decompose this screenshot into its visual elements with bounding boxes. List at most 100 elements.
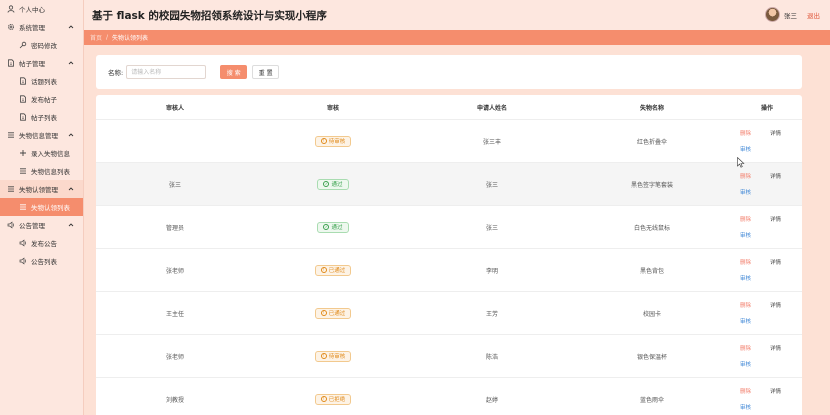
detail-button[interactable]: 详情 [770, 387, 781, 395]
sidebar-item[interactable]: 帖子列表 [0, 108, 83, 126]
list-icon [6, 131, 15, 140]
sidebar-item-label: 个人中心 [19, 6, 45, 14]
delete-button[interactable]: 删除 [740, 215, 751, 223]
reviewer-cell: 王主任 [165, 310, 184, 318]
applicant-cell: 张三 [485, 181, 498, 189]
status-text: 待审核 [328, 139, 346, 145]
applicant-cell: 赵婷 [485, 396, 498, 404]
audit-button[interactable]: 审核 [740, 145, 751, 153]
sidebar-item[interactable]: 公告列表 [0, 252, 83, 270]
reviewer-cell: 张三 [168, 181, 181, 189]
claim-table: 审核人 审核 申请人姓名 失物名称 操作 ! 待审核 张三丰 红色折叠伞 删除 详情 审核张… [96, 95, 802, 415]
person-icon [6, 5, 15, 14]
audit-button[interactable]: 审核 [740, 274, 751, 282]
sidebar-item[interactable]: 失物认领列表 [0, 198, 83, 216]
audit-button[interactable]: 审核 [740, 188, 751, 196]
detail-button[interactable]: 详情 [770, 258, 781, 266]
reset-button[interactable]: 重 置 [252, 65, 280, 79]
delete-button[interactable]: 删除 [740, 172, 751, 180]
item-name-cell: 黑色签字笔套装 [630, 181, 673, 189]
sidebar-item-label: 公告列表 [31, 258, 57, 266]
applicant-cell: 张三丰 [482, 138, 501, 146]
sidebar-item-label: 公告管理 [19, 222, 45, 230]
item-name-cell: 白色无线鼠标 [633, 224, 670, 232]
speaker-icon [18, 239, 27, 248]
table-row: 王主任! 已通过 王芳 校园卡 删除 详情 审核 [96, 292, 802, 335]
sidebar-item[interactable]: 公告管理 [0, 216, 83, 234]
audit-button[interactable]: 审核 [740, 360, 751, 368]
delete-button[interactable]: 删除 [740, 301, 751, 309]
sidebar-item[interactable]: 发布帖子 [0, 90, 83, 108]
status-cell: ! 已通过 [254, 264, 412, 276]
sidebar-item-label: 失物认领列表 [31, 204, 70, 212]
sidebar-item[interactable]: 失物信息管理 [0, 126, 83, 144]
sidebar-item[interactable]: 失物认领管理 [0, 180, 83, 198]
list-icon [18, 203, 27, 212]
column-header: 申请人姓名 [476, 104, 507, 112]
sidebar-item[interactable]: 个人中心 [0, 0, 83, 18]
table-row: 张老师! 待审核 陈浩 银色保温杯 删除 详情 审核 [96, 335, 802, 378]
detail-button[interactable]: 详情 [770, 344, 781, 352]
delete-button[interactable]: 删除 [740, 129, 751, 137]
sidebar-item[interactable]: 失物信息列表 [0, 162, 83, 180]
sidebar-item[interactable]: 密码修改 [0, 36, 83, 54]
logout-link[interactable]: 退出 [807, 10, 820, 20]
breadcrumb-current: 失物认领列表 [112, 35, 149, 42]
detail-button[interactable]: 详情 [770, 172, 781, 180]
plus-icon [18, 149, 27, 158]
column-header: 操作 [760, 104, 773, 112]
main-content: 名称: 搜 索 重 置 审核人 审核 申请人姓名 失物名称 操作 !待审核张三丰… [84, 45, 830, 415]
speaker-icon [6, 221, 15, 230]
search-label: 名称: [108, 69, 124, 77]
reviewer-cell: 刘教授 [165, 396, 184, 404]
search-input[interactable] [126, 65, 207, 79]
sidebar-item-label: 失物信息列表 [31, 168, 70, 176]
detail-button[interactable]: 详情 [770, 215, 781, 223]
document-icon [18, 113, 27, 122]
sidebar-item[interactable]: 录入失物信息 [0, 144, 83, 162]
breadcrumb-separator: / [106, 34, 109, 41]
status-text: 已通过 [328, 311, 346, 317]
sidebar-item-label: 发布公告 [31, 240, 57, 248]
status-cell: ✓ 通过 [254, 221, 412, 233]
sidebar-item-label: 帖子列表 [31, 114, 57, 122]
sidebar: 个人中心系统管理 密码修改 帖子管理 话题列表发布帖子帖子列表失物信息管理 录入失物信息… [0, 0, 84, 415]
user-area: 张三 退出 [765, 7, 820, 22]
sidebar-item[interactable]: 帖子管理 [0, 54, 83, 72]
status-badge: ! 待审核 [314, 350, 352, 362]
delete-button[interactable]: 删除 [740, 258, 751, 266]
status-cell: ! 待审核 [254, 135, 412, 147]
document-icon [18, 95, 27, 104]
status-text: 已拒绝 [328, 397, 346, 403]
status-badge: ✓ 通过 [317, 221, 349, 233]
status-badge: ✓ 通过 [317, 178, 349, 190]
detail-button[interactable]: 详情 [770, 129, 781, 137]
gear-icon [6, 23, 15, 32]
audit-button[interactable]: 审核 [740, 231, 751, 239]
delete-button[interactable]: 删除 [740, 387, 751, 395]
delete-button[interactable]: 删除 [740, 344, 751, 352]
audit-button[interactable]: 审核 [740, 403, 751, 411]
search-button[interactable]: 搜 索 [220, 65, 248, 79]
sidebar-item-label: 发布帖子 [31, 96, 57, 104]
item-name-cell: 蓝色雨伞 [639, 396, 664, 404]
applicant-cell: 李明 [485, 267, 498, 275]
table-body: ! 待审核 张三丰 红色折叠伞 删除 详情 审核 张三 ✓ 通过 张三 黑色签字笔套装 删除 详情 审核 管理… [96, 120, 802, 415]
document-icon [6, 59, 15, 68]
status-cell: ✓ 通过 [254, 178, 412, 190]
avatar[interactable] [765, 7, 780, 22]
actions-cell: 删除 详情审核 [732, 297, 802, 329]
chevron-up-icon [67, 23, 75, 31]
audit-button[interactable]: 审核 [740, 317, 751, 325]
detail-button[interactable]: 详情 [770, 301, 781, 309]
status-cell: ! 已通过 [254, 307, 412, 319]
sidebar-item[interactable]: 系统管理 [0, 18, 83, 36]
status-icon: ! [320, 310, 327, 316]
sidebar-item[interactable]: 发布公告 [0, 234, 83, 252]
table-row: 张三 ✓ 通过 张三 黑色签字笔套装 删除 详情审核 [96, 163, 802, 206]
applicant-cell: 张三 [485, 224, 498, 232]
item-name-cell: 银色保温杯 [636, 353, 667, 361]
sidebar-item[interactable]: 话题列表 [0, 72, 83, 90]
breadcrumb-home[interactable]: 首页 [90, 33, 102, 42]
list-icon [6, 185, 15, 194]
